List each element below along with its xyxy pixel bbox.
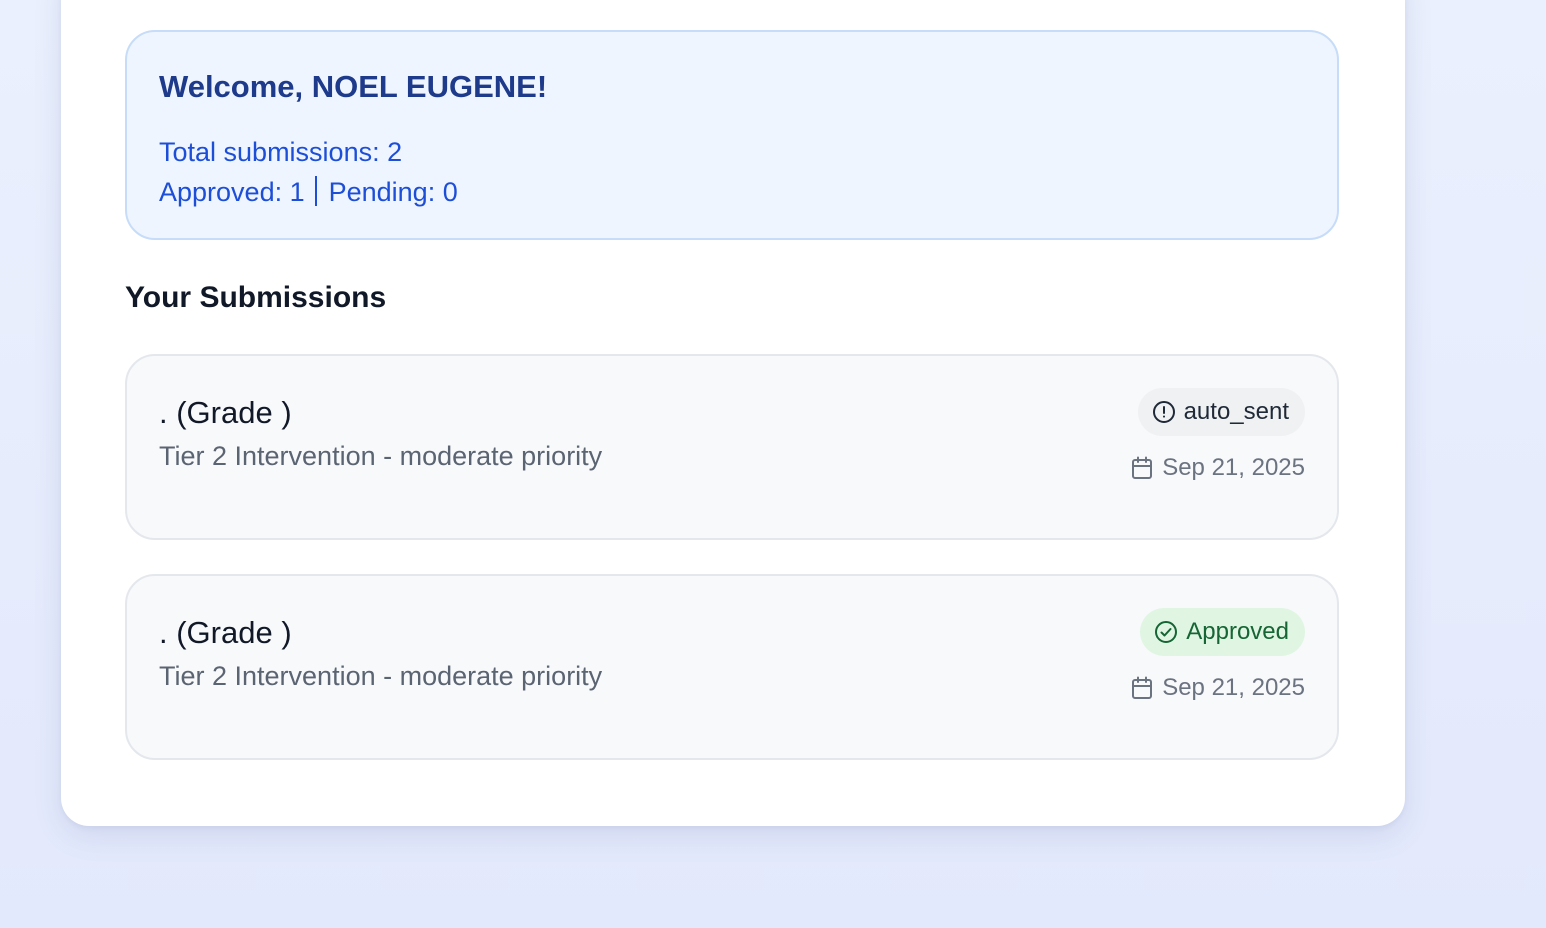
pending-count-text: Pending: 0 [328, 177, 458, 207]
alert-circle-icon [1152, 401, 1175, 423]
status-counts: Approved: 1 Pending: 0 [159, 172, 1305, 212]
stat-separator [314, 176, 317, 206]
status-badge: Approved [1140, 608, 1305, 656]
submission-card[interactable]: . (Grade ) Tier 2 Intervention - moderat… [125, 574, 1339, 760]
submission-date-text: Sep 21, 2025 [1162, 674, 1305, 701]
approved-count-text: Approved: 1 [159, 177, 305, 207]
submission-description: Tier 2 Intervention - moderate priority [159, 441, 603, 471]
status-badge: auto_sent [1137, 388, 1305, 436]
calendar-icon [1132, 456, 1153, 479]
submission-date: Sep 21, 2025 [1131, 670, 1305, 706]
status-badge-label: auto_sent [1183, 398, 1289, 425]
check-circle-icon [1155, 621, 1178, 643]
submission-title: . (Grade ) [159, 395, 292, 430]
submission-date: Sep 21, 2025 [1131, 450, 1305, 486]
dashboard-card: Welcome, NOEL EUGENE! Total submissions:… [61, 0, 1405, 826]
calendar-icon [1132, 676, 1153, 699]
submission-description: Tier 2 Intervention - moderate priority [159, 661, 603, 691]
submission-card[interactable]: . (Grade ) Tier 2 Intervention - moderat… [125, 354, 1339, 540]
submissions-section-title: Your Submissions [125, 281, 387, 314]
submission-title: . (Grade ) [159, 615, 292, 650]
total-submissions-text: Total submissions: 2 [159, 137, 403, 167]
submission-date-text: Sep 21, 2025 [1162, 454, 1305, 481]
welcome-summary-box: Welcome, NOEL EUGENE! Total submissions:… [125, 30, 1339, 240]
status-badge-label: Approved [1186, 618, 1289, 645]
welcome-heading: Welcome, NOEL EUGENE! [159, 69, 548, 104]
